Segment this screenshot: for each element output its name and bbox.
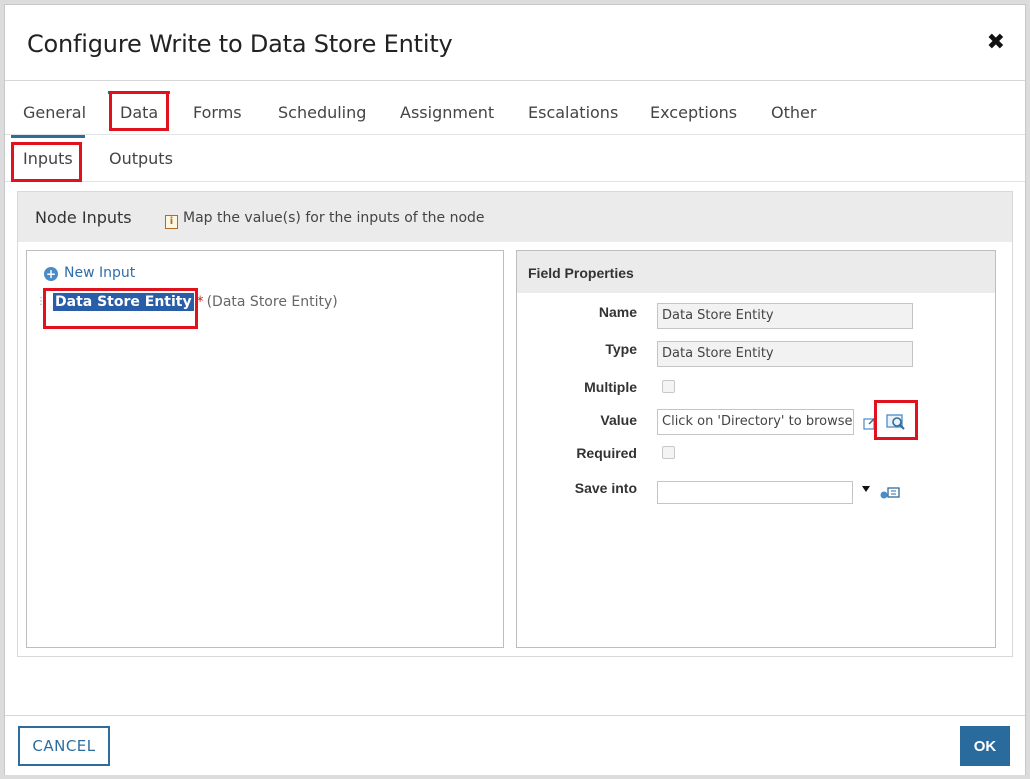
cancel-button[interactable]: CANCEL bbox=[18, 726, 110, 766]
field-properties-title: Field Properties bbox=[528, 265, 634, 281]
panel-title: Node Inputs bbox=[35, 208, 132, 227]
save-into-label: Save into bbox=[574, 480, 637, 496]
tab-escalations[interactable]: Escalations bbox=[528, 91, 618, 135]
tab-assignment[interactable]: Assignment bbox=[400, 91, 494, 135]
save-into-field[interactable] bbox=[657, 481, 853, 504]
active-subtab-indicator bbox=[11, 135, 85, 138]
tree-item-type: (Data Store Entity) bbox=[206, 294, 338, 310]
tab-exceptions[interactable]: Exceptions bbox=[650, 91, 737, 135]
node-inputs-panel: Node Inputs i Map the value(s) for the in… bbox=[17, 191, 1013, 657]
panel-header: Node Inputs i Map the value(s) for the in… bbox=[18, 192, 1012, 242]
highlight-box-browse-icon bbox=[874, 400, 918, 440]
multiple-checkbox[interactable] bbox=[662, 380, 675, 393]
type-label: Type bbox=[605, 341, 637, 357]
chevron-down-icon[interactable] bbox=[861, 485, 871, 493]
ok-button[interactable]: OK bbox=[960, 726, 1010, 766]
name-label: Name bbox=[598, 304, 637, 320]
required-label: Required bbox=[576, 445, 637, 461]
tab-other[interactable]: Other bbox=[771, 91, 816, 135]
add-icon: + bbox=[44, 267, 58, 281]
highlight-box-data-tab bbox=[109, 91, 169, 131]
info-text: Map the value(s) for the inputs of the n… bbox=[183, 210, 485, 226]
dialog-titlebar: Configure Write to Data Store Entity ✖ bbox=[5, 5, 1025, 81]
multiple-label: Multiple bbox=[584, 379, 637, 395]
highlight-box-inputs-tab bbox=[11, 142, 82, 182]
tab-outputs[interactable]: Outputs bbox=[109, 136, 173, 182]
required-checkbox[interactable] bbox=[662, 446, 675, 459]
tab-forms[interactable]: Forms bbox=[193, 91, 242, 135]
variable-icon[interactable] bbox=[879, 486, 901, 500]
panel-info: i Map the value(s) for the inputs of the … bbox=[165, 210, 485, 229]
close-icon[interactable]: ✖ bbox=[987, 29, 1005, 55]
sub-tabs: Inputs Outputs bbox=[5, 135, 1025, 182]
info-icon: i bbox=[165, 215, 178, 229]
field-properties: Field Properties Name Data Store Entity … bbox=[516, 250, 996, 648]
value-label: Value bbox=[600, 412, 637, 428]
configure-dialog: Configure Write to Data Store Entity ✖ G… bbox=[4, 4, 1026, 775]
tab-scheduling[interactable]: Scheduling bbox=[278, 91, 366, 135]
type-field[interactable]: Data Store Entity bbox=[657, 341, 913, 367]
tab-general[interactable]: General bbox=[23, 91, 86, 135]
new-input-label: New Input bbox=[64, 265, 136, 281]
dialog-title: Configure Write to Data Store Entity bbox=[27, 30, 453, 58]
highlight-box-tree-item bbox=[43, 288, 198, 329]
dialog-footer: CANCEL OK bbox=[5, 715, 1025, 775]
field-properties-header: Field Properties bbox=[517, 251, 995, 293]
value-field[interactable]: Click on 'Directory' to browse... bbox=[657, 409, 854, 435]
new-input-link[interactable]: + New Input bbox=[44, 265, 135, 281]
name-field[interactable]: Data Store Entity bbox=[657, 303, 913, 329]
